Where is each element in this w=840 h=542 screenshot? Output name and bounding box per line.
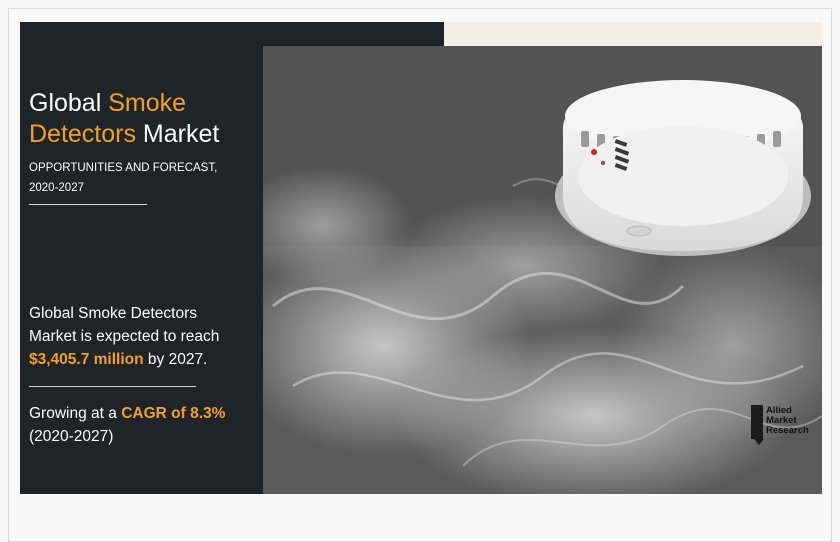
forecast-value: $3,405.7 million [29,351,144,368]
banner-subtitle: OPPORTUNITIES AND FORECAST, 2020-2027 [29,158,261,198]
forecast-divider [29,386,196,387]
subtitle-divider [29,204,147,205]
subtitle-line-2: 2020-2027 [29,182,84,194]
logo-mark-icon [751,405,764,445]
desc-line-2: Market is expected to reach [29,328,220,345]
title-detectors: Detectors [29,120,136,148]
title-market: Market [135,120,220,148]
growth-line-1: Growing at a CAGR of 8.3% [29,402,261,425]
market-forecast-text: Global Smoke Detectors Market is expecte… [29,302,261,371]
growth-text: Growing at a CAGR of 8.3% (2020-2027) [29,402,261,448]
banner-title: Global Smoke Detectors Market [29,88,261,150]
growth-period: (2020-2027) [29,428,114,445]
cagr-value: CAGR of 8.3% [121,405,226,422]
desc-line-1: Global Smoke Detectors [29,305,197,322]
smoke-detector-device [555,80,811,256]
photo-top-strip [444,22,822,46]
title-global: Global [29,89,109,117]
allied-market-research-logo: Allied Market Research [751,403,821,447]
text-panel: Global Smoke Detectors Market OPPORTUNIT… [20,22,263,494]
title-smoke: Smoke [108,89,187,117]
market-banner: Global Smoke Detectors Market OPPORTUNIT… [20,22,822,494]
logo-line-3: Research [766,425,809,436]
forecast-suffix: by 2027. [143,351,208,368]
logo-text: Allied Market Research [766,406,809,436]
smoke-detector-photo [263,46,822,494]
desc-line-3: $3,405.7 million by 2027. [29,348,261,371]
growth-prefix: Growing at a [29,405,122,422]
subtitle-line-1: OPPORTUNITIES AND FORECAST, [29,162,218,174]
